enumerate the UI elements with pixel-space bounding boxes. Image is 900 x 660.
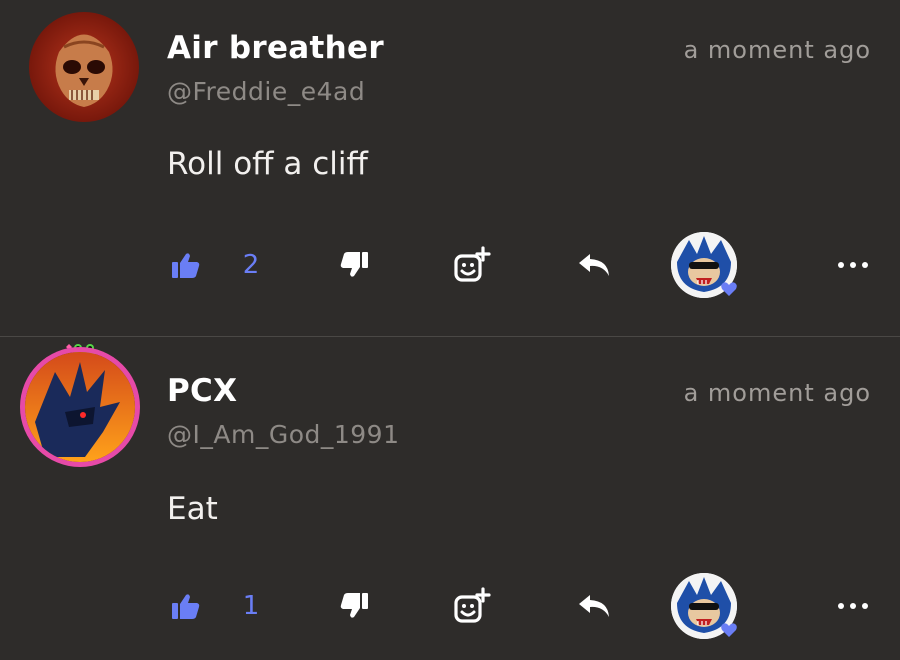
author-handle[interactable]: @Freddie_e4ad xyxy=(167,77,365,106)
comment-item: PCX @I_Am_God_1991 a moment ago Eat 1 xyxy=(0,337,900,660)
author-name[interactable]: Air breather xyxy=(167,30,384,66)
comment-text: Roll off a cliff xyxy=(167,146,368,182)
add-emoji-icon xyxy=(454,587,491,623)
like-button[interactable] xyxy=(166,571,206,641)
thumbs-up-icon xyxy=(172,253,200,278)
comment-actions: 2 xyxy=(0,230,900,300)
reply-button[interactable] xyxy=(573,571,615,641)
comment-actions: 1 xyxy=(0,571,900,641)
comment-item: Air breather @Freddie_e4ad a moment ago … xyxy=(0,0,900,337)
comment-text: Eat xyxy=(167,491,218,527)
add-reaction-button[interactable] xyxy=(450,230,494,300)
comment-timestamp: a moment ago xyxy=(683,379,871,407)
ellipsis-icon xyxy=(838,262,868,268)
thumbs-down-icon xyxy=(340,593,368,618)
add-reaction-button[interactable] xyxy=(450,571,494,641)
heart-badge-icon xyxy=(721,282,737,296)
user-avatar[interactable] xyxy=(25,352,135,462)
reply-button[interactable] xyxy=(573,230,615,300)
skull-avatar-icon xyxy=(29,12,139,122)
add-emoji-icon xyxy=(454,246,491,282)
user-avatar[interactable] xyxy=(29,12,139,122)
like-count: 2 xyxy=(242,250,260,280)
like-button[interactable] xyxy=(166,230,206,300)
hedgehog-avatar-icon xyxy=(25,352,135,462)
more-options-button[interactable] xyxy=(832,571,874,641)
thumbs-up-icon xyxy=(172,594,200,619)
heart-badge-icon xyxy=(721,623,737,637)
reply-arrow-icon xyxy=(579,254,609,276)
comment-timestamp: a moment ago xyxy=(683,36,871,64)
dislike-button[interactable] xyxy=(334,571,374,641)
thumbs-down-icon xyxy=(340,252,368,277)
reply-arrow-icon xyxy=(579,595,609,617)
more-options-button[interactable] xyxy=(832,230,874,300)
ellipsis-icon xyxy=(838,603,868,609)
author-handle[interactable]: @I_Am_God_1991 xyxy=(167,420,400,449)
author-name[interactable]: PCX xyxy=(167,373,237,409)
like-count: 1 xyxy=(242,591,260,621)
dislike-button[interactable] xyxy=(334,230,374,300)
